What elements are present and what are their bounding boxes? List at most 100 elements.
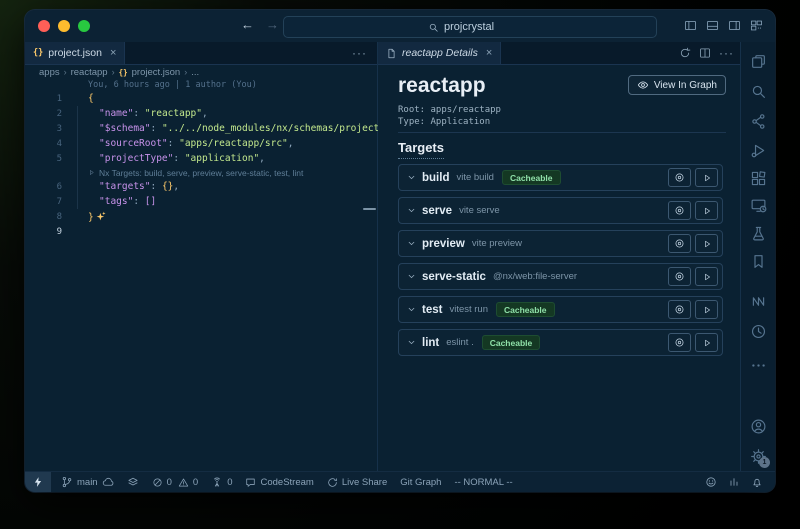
activity-ext-icon[interactable] [741, 170, 775, 187]
chevron-down-icon[interactable] [406, 172, 417, 183]
live-share-status[interactable]: Live Share [327, 477, 387, 488]
chevron-down-icon[interactable] [406, 304, 417, 315]
remote-indicator[interactable] [25, 472, 51, 492]
breadcrumb-item[interactable]: ... [191, 67, 199, 78]
breadcrumb-item[interactable]: reactapp [71, 67, 108, 78]
run-target-button[interactable] [695, 234, 718, 253]
command-center-search[interactable] [283, 16, 657, 38]
cacheable-badge: Cacheable [502, 170, 561, 185]
tab-project-json[interactable]: {} project.json × [25, 42, 125, 64]
run-target-button[interactable] [695, 168, 718, 187]
show-target-config-button[interactable] [668, 234, 691, 253]
activity-gear-icon[interactable]: 1 [741, 448, 775, 465]
activity-bookmark-icon[interactable] [741, 253, 775, 270]
code-token: "../../node_modules/nx/schemas/project-s [162, 123, 391, 134]
breadcrumb-item[interactable]: apps [39, 67, 60, 78]
target-row-preview[interactable]: previewvite preview [398, 230, 723, 257]
activity-remote-icon[interactable] [741, 197, 775, 214]
problems-status[interactable]: 0 0 [152, 477, 199, 488]
activity-search-icon[interactable] [741, 83, 775, 100]
stats-icon[interactable] [728, 476, 740, 488]
close-tab-icon[interactable]: × [486, 47, 492, 59]
code-token: "application" [185, 153, 259, 164]
search-input[interactable] [444, 21, 512, 33]
nav-back-icon[interactable]: ← [241, 17, 254, 32]
chevron-down-icon[interactable] [406, 205, 417, 216]
gitlens-blame[interactable]: You, 6 hours ago | 1 author (You) [25, 78, 377, 91]
breadcrumb-item[interactable]: project.json [132, 67, 181, 78]
code-token: "$schema" [99, 123, 150, 134]
eye-icon [637, 79, 649, 91]
line-number: 9 [25, 227, 62, 237]
activity-account-icon[interactable] [741, 418, 775, 435]
codestream-icon [245, 477, 256, 488]
toggle-panel-icon[interactable] [706, 19, 719, 32]
close-window-button[interactable] [38, 20, 50, 32]
run-target-button[interactable] [695, 267, 718, 286]
close-tab-icon[interactable]: × [110, 47, 116, 59]
code-line[interactable]: 8} [25, 209, 377, 224]
activity-more-icon[interactable] [741, 357, 775, 374]
title-bar: ← → [25, 10, 775, 42]
run-target-button[interactable] [695, 333, 718, 352]
show-target-config-button[interactable] [668, 201, 691, 220]
run-status[interactable] [127, 476, 139, 488]
activity-debug-icon[interactable] [741, 142, 775, 159]
activity-beaker-icon[interactable] [741, 225, 775, 242]
show-target-config-button[interactable] [668, 333, 691, 352]
target-command: vite preview [472, 238, 522, 249]
json-file-icon: {} [33, 48, 43, 58]
target-row-lint[interactable]: linteslint .Cacheable [398, 329, 723, 356]
show-target-config-button[interactable] [668, 267, 691, 286]
code-token: "apps/reactapp/src" [179, 138, 288, 149]
view-in-graph-button[interactable]: View In Graph [628, 75, 726, 95]
chevron-down-icon[interactable] [406, 238, 417, 249]
target-command: vite build [456, 172, 494, 183]
activity-clock-icon[interactable] [741, 323, 775, 340]
code-line[interactable]: 1{ [25, 91, 377, 106]
zoom-window-button[interactable] [78, 20, 90, 32]
activity-bar: 1 [740, 42, 775, 472]
target-row-test[interactable]: testvitest runCacheable [398, 296, 723, 323]
search-icon [428, 22, 439, 33]
sash-handle[interactable] [363, 208, 376, 210]
branch-status[interactable]: main [61, 476, 114, 488]
breadcrumb[interactable]: apps›reactapp›{}project.json›... [25, 65, 377, 79]
activity-nx-icon[interactable] [741, 293, 775, 310]
refresh-icon[interactable] [679, 47, 691, 59]
toggle-primary-sidebar-icon[interactable] [684, 19, 697, 32]
target-row-serve-static[interactable]: serve-static@nx/web:file-server [398, 263, 723, 290]
code-token: "name" [99, 108, 133, 119]
line-number: 2 [25, 109, 62, 119]
target-name: serve [422, 205, 452, 217]
activity-sc-icon[interactable] [741, 113, 775, 130]
codestream-status[interactable]: CodeStream [245, 477, 313, 488]
toggle-secondary-sidebar-icon[interactable] [728, 19, 741, 32]
notifications-bell-icon[interactable] [751, 476, 763, 488]
tab-reactapp-details[interactable]: reactapp Details × [378, 42, 501, 64]
code-token: : [173, 153, 184, 164]
chevron-down-icon[interactable] [406, 271, 417, 282]
minimize-window-button[interactable] [58, 20, 70, 32]
ports-status[interactable]: 0 [211, 476, 232, 488]
code-token: : [150, 123, 161, 134]
code-line[interactable]: 9 [25, 224, 377, 239]
split-editor-icon[interactable] [699, 47, 711, 59]
activity-files-icon[interactable] [741, 53, 775, 70]
more-actions-icon[interactable]: ··· [719, 46, 734, 60]
window-controls[interactable] [38, 20, 90, 32]
run-target-button[interactable] [695, 300, 718, 319]
chevron-down-icon[interactable] [406, 337, 417, 348]
show-target-config-button[interactable] [668, 300, 691, 319]
feedback-icon[interactable] [705, 476, 717, 488]
customize-layout-icon[interactable] [750, 19, 763, 32]
run-target-button[interactable] [695, 201, 718, 220]
tab-overflow-icon[interactable]: ··· [352, 42, 367, 64]
target-row-serve[interactable]: servevite serve [398, 197, 723, 224]
git-graph-status[interactable]: Git Graph [400, 477, 441, 488]
code-token: "projectType" [99, 153, 173, 164]
vim-mode-status[interactable]: -- NORMAL -- [454, 477, 512, 488]
show-target-config-button[interactable] [668, 168, 691, 187]
target-row-build[interactable]: buildvite buildCacheable [398, 164, 723, 191]
nav-forward-icon[interactable]: → [266, 17, 279, 32]
